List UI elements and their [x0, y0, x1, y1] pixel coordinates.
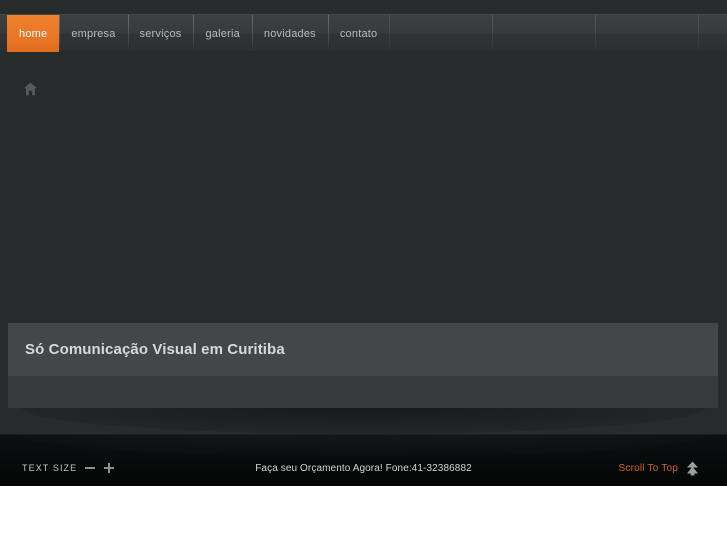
- footer: TEXT SIZE Faça seu Orçamento Agora! Fone…: [0, 434, 727, 486]
- nav-item-empresa[interactable]: empresa: [59, 15, 127, 52]
- scroll-to-top-label: Scroll To Top: [618, 463, 678, 474]
- home-icon[interactable]: [23, 82, 38, 96]
- panel-heading-band: Só Comunicação Visual em Curitiba: [8, 323, 718, 376]
- nav-item-galeria[interactable]: galeria: [193, 15, 251, 52]
- panel-drop-shadow: [22, 408, 705, 434]
- footer-top-highlight: [22, 435, 705, 457]
- nav-item-novidades[interactable]: novidades: [252, 15, 328, 52]
- main-navigation: home empresa serviços galeria novidades conta…: [0, 14, 727, 52]
- arrow-up-icon: [686, 461, 699, 476]
- content-panel: Só Comunicação Visual em Curitiba: [8, 323, 718, 408]
- nav-list: home empresa serviços galeria novidades conta…: [7, 15, 389, 52]
- panel-body: [8, 376, 718, 408]
- nav-item-contato[interactable]: contato: [328, 15, 389, 52]
- nav-divider: [595, 15, 596, 52]
- breadcrumb: [7, 51, 718, 323]
- nav-item-servicos[interactable]: serviços: [128, 15, 194, 52]
- page-root: home empresa serviços galeria novidades conta…: [0, 0, 727, 486]
- page-title: Só Comunicação Visual em Curitiba: [25, 341, 285, 358]
- scroll-to-top-link[interactable]: Scroll To Top: [619, 461, 700, 476]
- nav-item-home[interactable]: home: [7, 15, 60, 52]
- nav-divider: [492, 15, 493, 52]
- nav-divider: [698, 15, 699, 52]
